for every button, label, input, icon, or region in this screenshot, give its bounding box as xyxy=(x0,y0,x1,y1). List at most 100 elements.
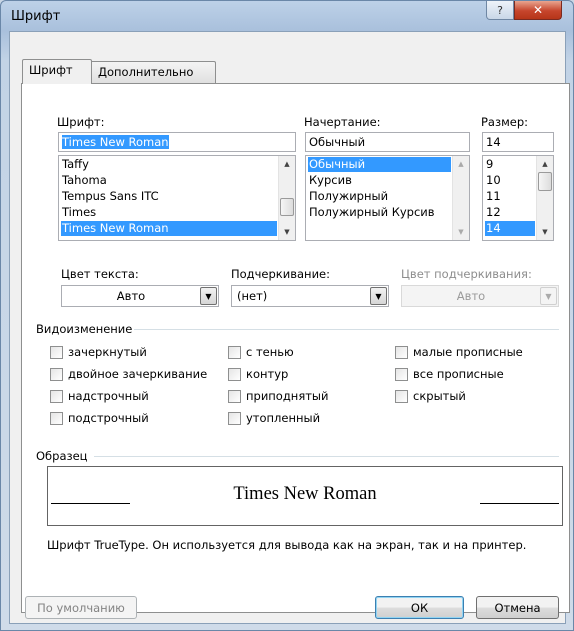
tab-advanced[interactable]: Дополнительно xyxy=(92,61,216,83)
font-list-scrollbar[interactable]: ▲ ▼ xyxy=(278,156,295,240)
scroll-up-arrow-icon[interactable]: ▲ xyxy=(279,156,295,172)
help-icon: ? xyxy=(497,3,503,17)
underline-value: (нет) xyxy=(237,289,268,303)
preview-text: Times New Roman xyxy=(233,484,377,504)
font-input[interactable]: Times New Roman xyxy=(58,132,296,152)
checkbox-box[interactable] xyxy=(228,389,241,403)
checkbox-hidden[interactable]: скрытый xyxy=(395,389,466,403)
preview-note: Шрифт TrueType. Он используется для выво… xyxy=(47,538,527,552)
checkbox-engrave[interactable]: утопленный xyxy=(228,411,320,425)
checkbox-box[interactable] xyxy=(228,367,241,381)
size-list[interactable]: 9 10 11 12 14 ▲ ▼ xyxy=(482,155,554,241)
scroll-down-arrow-icon[interactable]: ▼ xyxy=(453,224,469,240)
list-item[interactable]: Tahoma xyxy=(61,173,277,188)
checkbox-double-strikethrough[interactable]: двойное зачеркивание xyxy=(50,367,207,381)
checkbox-label: все прописные xyxy=(413,367,504,381)
style-list-scrollbar[interactable]: ▲ ▼ xyxy=(452,156,469,240)
checkbox-label: двойное зачеркивание xyxy=(68,367,208,381)
font-list[interactable]: Taffy Tahoma Tempus Sans ITC Times Times… xyxy=(58,155,296,241)
checkbox-box[interactable] xyxy=(50,411,63,425)
checkbox-all-caps[interactable]: все прописные xyxy=(395,367,504,381)
list-item[interactable]: Tempus Sans ITC xyxy=(61,189,277,204)
chevron-down-icon[interactable]: ▼ xyxy=(200,287,217,305)
checkbox-box[interactable] xyxy=(50,367,63,381)
tab-panel-font: Шрифт: Times New Roman Taffy Tahoma Temp… xyxy=(21,83,570,613)
help-button[interactable]: ? xyxy=(486,1,514,20)
scroll-thumb[interactable] xyxy=(280,198,294,216)
checkbox-label: контур xyxy=(246,367,289,381)
tab-advanced-label: Дополнительно xyxy=(98,65,194,79)
list-item-selected[interactable]: Обычный xyxy=(308,157,451,172)
list-item[interactable]: 10 xyxy=(485,173,535,188)
ok-button[interactable]: ОК xyxy=(375,596,464,619)
list-item[interactable]: 9 xyxy=(485,157,535,172)
scroll-down-arrow-icon[interactable]: ▼ xyxy=(537,224,553,240)
checkbox-label: надстрочный xyxy=(68,389,149,403)
scroll-thumb[interactable] xyxy=(538,172,552,191)
effects-title: Видоизменение xyxy=(36,322,133,336)
preview-title: Образец xyxy=(36,449,88,463)
close-button[interactable]: ✕ xyxy=(514,1,562,20)
list-item[interactable]: Times xyxy=(61,205,277,220)
text-color-value: Авто xyxy=(116,289,146,303)
preview-baseline-right xyxy=(480,503,559,504)
checkbox-superscript[interactable]: надстрочный xyxy=(50,389,149,403)
text-color-select[interactable]: Авто ▼ xyxy=(61,285,219,307)
tab-font[interactable]: Шрифт xyxy=(22,59,92,84)
style-input[interactable]: Обычный xyxy=(305,132,470,152)
divider xyxy=(134,329,559,330)
checkbox-shadow[interactable]: с тенью xyxy=(228,345,294,359)
window-title: Шрифт xyxy=(11,9,61,24)
size-label: Размер: xyxy=(481,115,529,129)
checkbox-box[interactable] xyxy=(228,345,241,359)
list-item[interactable]: Курсив xyxy=(308,173,451,188)
checkbox-label: подстрочный xyxy=(68,411,149,425)
scroll-down-arrow-icon[interactable]: ▼ xyxy=(279,224,295,240)
checkbox-box[interactable] xyxy=(50,345,63,359)
list-item-selected[interactable]: 14 xyxy=(485,221,535,236)
checkbox-label: утопленный xyxy=(246,411,321,425)
list-item[interactable]: Полужирный xyxy=(308,189,451,204)
underline-color-select: Авто ▼ xyxy=(401,285,559,307)
list-item[interactable]: Полужирный Курсив xyxy=(308,205,451,220)
cancel-button[interactable]: Отмена xyxy=(476,596,559,619)
font-input-value: Times New Roman xyxy=(62,135,169,149)
style-list[interactable]: Обычный Курсив Полужирный Полужирный Кур… xyxy=(305,155,470,241)
size-list-scrollbar[interactable]: ▲ ▼ xyxy=(536,156,553,240)
scroll-up-arrow-icon[interactable]: ▲ xyxy=(453,156,469,172)
font-label: Шрифт: xyxy=(57,115,105,129)
checkbox-label: зачеркнутый xyxy=(68,345,147,359)
chevron-down-icon[interactable]: ▼ xyxy=(370,287,387,305)
close-icon: ✕ xyxy=(532,3,544,17)
checkbox-small-caps[interactable]: малые прописные xyxy=(395,345,523,359)
underline-color-value: Авто xyxy=(456,289,486,303)
checkbox-box[interactable] xyxy=(395,367,408,381)
checkbox-label: приподнятый xyxy=(246,389,329,403)
scroll-up-arrow-icon[interactable]: ▲ xyxy=(537,156,553,172)
dialog-client: Шрифт Дополнительно Шрифт: Times New Rom… xyxy=(9,31,570,624)
list-item-selected[interactable]: Times New Roman xyxy=(61,221,277,236)
checkbox-box[interactable] xyxy=(50,389,63,403)
checkbox-subscript[interactable]: подстрочный xyxy=(50,411,149,425)
checkbox-emboss[interactable]: приподнятый xyxy=(228,389,329,403)
list-item[interactable]: 11 xyxy=(485,189,535,204)
checkbox-box[interactable] xyxy=(395,389,408,403)
checkbox-box[interactable] xyxy=(395,345,408,359)
set-default-button[interactable]: По умолчанию xyxy=(25,596,137,619)
font-dialog: Шрифт ? ✕ Шрифт Дополнительно Шрифт: Tim… xyxy=(0,0,574,631)
checkbox-strikethrough[interactable]: зачеркнутый xyxy=(50,345,147,359)
size-input[interactable]: 14 xyxy=(482,132,554,152)
checkbox-outline[interactable]: контур xyxy=(228,367,288,381)
list-item[interactable]: 12 xyxy=(485,205,535,220)
text-color-label: Цвет текста: xyxy=(61,267,139,281)
preview-box: Times New Roman xyxy=(47,466,563,526)
underline-label: Подчеркивание: xyxy=(231,267,330,281)
underline-color-label: Цвет подчеркивания: xyxy=(401,267,532,281)
underline-select[interactable]: (нет) ▼ xyxy=(231,285,389,307)
checkbox-box[interactable] xyxy=(228,411,241,425)
divider xyxy=(94,456,559,457)
tab-font-label: Шрифт xyxy=(29,63,73,77)
list-item[interactable]: Taffy xyxy=(61,157,277,172)
title-bar[interactable]: Шрифт ? ✕ xyxy=(1,1,573,31)
style-label: Начертание: xyxy=(304,115,381,129)
